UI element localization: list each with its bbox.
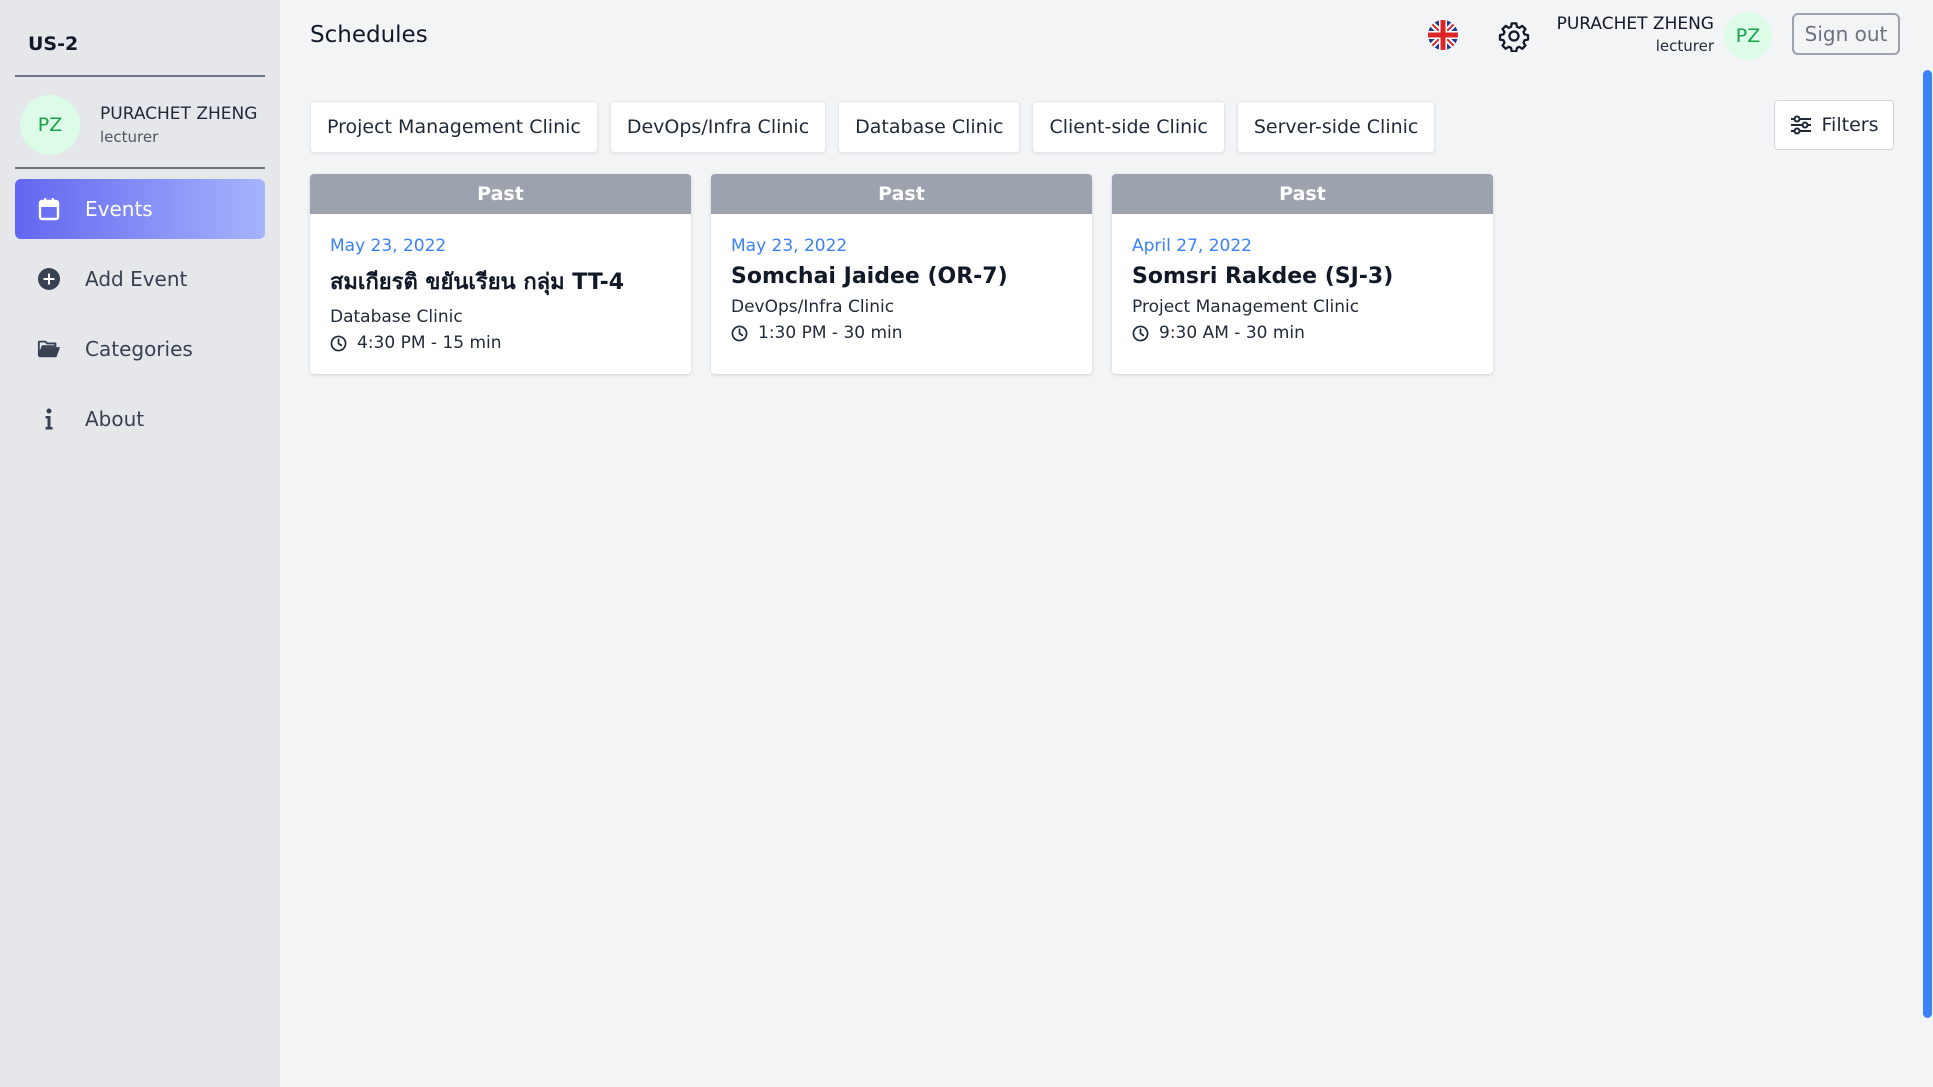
page-title: Schedules (310, 22, 428, 48)
filters-button[interactable]: Filters (1774, 100, 1894, 150)
uk-flag-icon[interactable] (1428, 20, 1458, 50)
sign-out-button[interactable]: Sign out (1792, 13, 1900, 55)
sidebar-item-label: Events (85, 197, 153, 221)
sidebar-item-about[interactable]: About (15, 389, 265, 449)
profile-role: lecturer (100, 128, 159, 146)
sidebar-item-add-event[interactable]: Add Event (15, 249, 265, 309)
event-time-text: 1:30 PM - 30 min (758, 323, 903, 343)
status-badge: Past (1112, 174, 1493, 214)
folder-open-icon (37, 337, 61, 361)
avatar: PZ (20, 95, 80, 155)
divider (15, 75, 265, 77)
clock-icon (330, 335, 347, 351)
sidebar-item-categories[interactable]: Categories (15, 319, 265, 379)
gear-icon[interactable] (1498, 20, 1530, 53)
event-date: May 23, 2022 (731, 236, 848, 256)
scrollbar-thumb[interactable] (1923, 70, 1932, 1018)
event-card[interactable]: Past April 27, 2022 Somsri Rakdee (SJ-3)… (1112, 174, 1493, 374)
event-time: 4:30 PM - 15 min (330, 333, 671, 353)
event-date: May 23, 2022 (330, 236, 447, 256)
calendar-icon (37, 197, 61, 221)
header-user-info: PURACHET ZHENG lecturer (1557, 14, 1714, 55)
clock-icon (731, 325, 748, 341)
avatar[interactable]: PZ (1724, 12, 1772, 60)
header-user-role: lecturer (1655, 37, 1714, 55)
event-category: DevOps/Infra Clinic (731, 297, 895, 317)
event-category: Database Clinic (330, 307, 463, 327)
brand-title: US-2 (28, 33, 79, 55)
clock-icon (1132, 325, 1149, 341)
sidebar-item-label: Categories (85, 337, 193, 361)
sidebar-item-label: About (85, 407, 145, 431)
event-time-text: 9:30 AM - 30 min (1159, 323, 1305, 343)
category-chips: Project Management Clinic DevOps/Infra C… (310, 101, 1436, 153)
event-time: 9:30 AM - 30 min (1132, 323, 1473, 343)
divider (15, 167, 265, 169)
status-badge: Past (310, 174, 691, 214)
event-time: 1:30 PM - 30 min (731, 323, 1072, 343)
event-title: สมเกียรติ ขยันเรียน กลุ่ม TT-4 (330, 270, 625, 295)
category-chip[interactable]: Server-side Clinic (1236, 101, 1436, 153)
event-title: Somsri Rakdee (SJ-3) (1132, 264, 1394, 289)
sliders-icon (1790, 115, 1811, 135)
event-title: Somchai Jaidee (OR-7) (731, 264, 1008, 289)
event-card[interactable]: Past May 23, 2022 สมเกียรติ ขยันเรียน กล… (310, 174, 691, 374)
sidebar-profile: PZ PURACHET ZHENG lecturer (20, 95, 257, 155)
sidebar: US-2 PZ PURACHET ZHENG lecturer Events A… (0, 0, 280, 1087)
status-badge: Past (711, 174, 1092, 214)
info-icon (37, 407, 61, 431)
category-chip[interactable]: Project Management Clinic (310, 101, 598, 153)
category-chip[interactable]: Database Clinic (838, 101, 1021, 153)
category-chip[interactable]: DevOps/Infra Clinic (609, 101, 827, 153)
sidebar-item-events[interactable]: Events (15, 179, 265, 239)
filters-label: Filters (1821, 114, 1879, 136)
header-user-name: PURACHET ZHENG (1556, 14, 1714, 34)
event-category: Project Management Clinic (1132, 297, 1360, 317)
plus-circle-icon (37, 267, 61, 291)
category-chip[interactable]: Client-side Clinic (1032, 101, 1225, 153)
event-card[interactable]: Past May 23, 2022 Somchai Jaidee (OR-7) … (711, 174, 1092, 374)
sidebar-item-label: Add Event (85, 267, 188, 291)
event-date: April 27, 2022 (1132, 236, 1252, 256)
event-time-text: 4:30 PM - 15 min (357, 333, 502, 353)
profile-name: PURACHET ZHENG (100, 104, 258, 124)
